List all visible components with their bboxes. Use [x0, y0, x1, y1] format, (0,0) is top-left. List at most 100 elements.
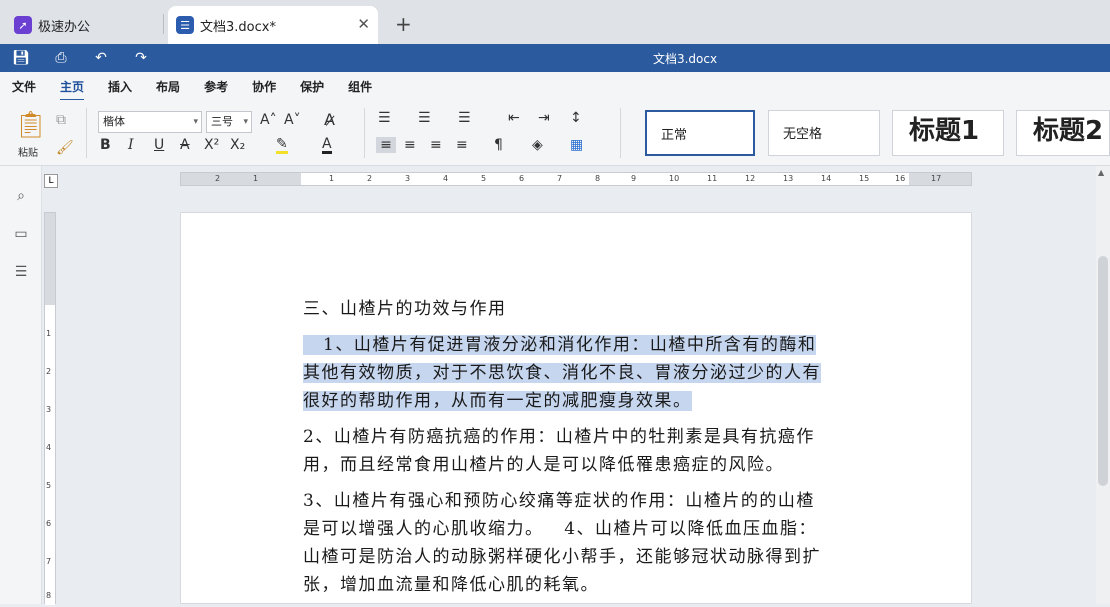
- change-case-icon[interactable]: A̷: [324, 110, 335, 129]
- menu-bar: 文件 主页 插入 布局 参考 协作 保护 组件: [0, 72, 1110, 101]
- title-bar: 💾︎ ⎙ ↶ ↷ 文档3.docx: [0, 44, 1110, 72]
- bullet-list-icon[interactable]: ☰: [378, 110, 391, 126]
- ruler-number: 8: [46, 591, 52, 600]
- borders-icon[interactable]: ▦: [570, 137, 583, 153]
- vertical-ruler[interactable]: 1 2 3 4 5 6 7 8: [44, 212, 56, 605]
- ribbon: 📋︎ 粘贴 ⧉ 🖌︎ 楷体 ▾ 三号 ▾ A˄ A˅ A̷ B I U A X²…: [0, 100, 1110, 166]
- save-icon[interactable]: 💾︎: [12, 49, 30, 67]
- subscript-icon[interactable]: X₂: [230, 137, 245, 153]
- line: 很好的帮助作用，从而有一定的减肥瘦身效果。: [303, 391, 692, 411]
- chevron-down-icon: ▾: [243, 117, 248, 127]
- highlight-color-icon[interactable]: ✎: [276, 137, 288, 154]
- heading[interactable]: 三、山楂片的功效与作用: [303, 295, 903, 323]
- ruler-number: 11: [707, 174, 718, 183]
- ruler-number: 7: [557, 174, 563, 183]
- menu-plugins[interactable]: 组件: [348, 74, 372, 99]
- format-painter-icon[interactable]: 🖌︎: [56, 140, 74, 156]
- chevron-down-icon: ▾: [193, 117, 198, 127]
- style-no-spacing[interactable]: 无空格: [768, 110, 880, 156]
- paragraph-1[interactable]: 1、山楂片有促进胃液分泌和消化作用：山楂中所含有的酶和 其他有效物质，对于不思饮…: [303, 331, 903, 415]
- ruler-number: 15: [859, 174, 870, 183]
- ruler-number: 16: [895, 174, 906, 183]
- paste-icon[interactable]: 📋︎: [14, 110, 47, 140]
- increase-indent-icon[interactable]: ⇥: [538, 110, 550, 126]
- ruler-number: 4: [443, 174, 449, 183]
- superscript-icon[interactable]: X²: [204, 137, 219, 153]
- decrease-indent-icon[interactable]: ⇤: [508, 110, 520, 126]
- menu-references[interactable]: 参考: [204, 74, 228, 99]
- italic-icon[interactable]: I: [128, 137, 134, 153]
- paste-label[interactable]: 粘贴: [18, 144, 38, 159]
- new-tab-button[interactable]: +: [395, 12, 412, 36]
- divider: [620, 108, 621, 158]
- bold-icon[interactable]: B: [100, 137, 111, 153]
- shading-icon[interactable]: ◈: [532, 137, 543, 153]
- ruler-number: 9: [631, 174, 637, 183]
- navigation-icon[interactable]: ☰: [12, 264, 30, 282]
- comment-icon[interactable]: ▭: [12, 226, 30, 244]
- ruler-number: 1: [46, 329, 52, 338]
- font-size-select[interactable]: 三号 ▾: [206, 111, 252, 133]
- align-right-icon[interactable]: ≡: [430, 137, 442, 153]
- font-color-icon[interactable]: A: [322, 137, 332, 154]
- menu-file[interactable]: 文件: [12, 74, 36, 99]
- line: 山楂可是防治人的动脉粥样硬化小帮手，还能够冠状动脉得到扩: [303, 547, 821, 567]
- line-spacing-icon[interactable]: ↕: [570, 110, 582, 126]
- tab-stop-selector[interactable]: L: [44, 174, 58, 188]
- tab-label: 极速办公: [38, 19, 91, 35]
- ruler-number: 6: [46, 519, 52, 528]
- vertical-scrollbar[interactable]: ▲: [1096, 166, 1110, 604]
- line: 用，而且经常食用山楂片的人是可以降低罹患癌症的风险。: [303, 455, 784, 475]
- redo-icon[interactable]: ↷: [132, 49, 150, 67]
- horizontal-ruler[interactable]: 2 1 1 2 3 4 5 6 7 8 9 10 11 12 13 14 15 …: [180, 172, 972, 186]
- ruler-number: 7: [46, 557, 52, 566]
- print-icon[interactable]: ⎙: [52, 49, 70, 67]
- line: 其他有效物质，对于不思饮食、消化不良、胃液分泌过少的人有: [303, 363, 821, 383]
- underline-icon[interactable]: U: [154, 137, 164, 153]
- document-icon: ☰: [176, 16, 194, 34]
- search-icon[interactable]: ⌕: [12, 188, 30, 206]
- align-center-icon[interactable]: ≡: [404, 137, 416, 153]
- copy-icon[interactable]: ⧉: [56, 112, 66, 128]
- scrollbar-thumb[interactable]: [1098, 256, 1108, 486]
- strikethrough-icon[interactable]: A: [180, 137, 190, 153]
- menu-home[interactable]: 主页: [60, 74, 85, 101]
- tab-strip: ➚ 极速办公 ☰ 文档3.docx* ✕ +: [0, 0, 1110, 44]
- menu-layout[interactable]: 布局: [156, 74, 180, 99]
- line: 3、山楂片有强心和预防心绞痛等症状的作用：山楂片的的山楂: [303, 491, 815, 511]
- justify-icon[interactable]: ≡: [456, 137, 468, 153]
- line: 1、山楂片有促进胃液分泌和消化作用：山楂中所含有的酶和: [323, 335, 817, 355]
- font-name-select[interactable]: 楷体 ▾: [98, 111, 202, 133]
- decrease-font-icon[interactable]: A˅: [284, 112, 301, 128]
- numbered-list-icon[interactable]: ☰: [418, 110, 431, 126]
- menu-protect[interactable]: 保护: [300, 74, 324, 99]
- tab-app-home[interactable]: ➚ 极速办公: [8, 6, 163, 44]
- paragraph-2[interactable]: 2、山楂片有防癌抗癌的作用：山楂片中的牡荆素是具有抗癌作 用，而且经常食用山楂片…: [303, 423, 903, 479]
- style-normal[interactable]: 正常: [645, 110, 755, 156]
- document-page[interactable]: 三、山楂片的功效与作用 1、山楂片有促进胃液分泌和消化作用：山楂中所含有的酶和 …: [180, 212, 972, 604]
- multilevel-list-icon[interactable]: ☰: [458, 110, 471, 126]
- ruler-number: 4: [46, 443, 52, 452]
- increase-font-icon[interactable]: A˄: [260, 112, 277, 128]
- ruler-number: 2: [367, 174, 373, 183]
- document-title: 文档3.docx: [652, 52, 718, 66]
- line: 是可以增强人的心肌收缩力。 4、山楂片可以降低血压血脂：: [303, 519, 818, 539]
- undo-icon[interactable]: ↶: [92, 49, 110, 67]
- ruler-number: 12: [745, 174, 756, 183]
- menu-collaborate[interactable]: 协作: [252, 74, 276, 99]
- tab-divider: [163, 14, 164, 34]
- paragraph-3[interactable]: 3、山楂片有强心和预防心绞痛等症状的作用：山楂片的的山楂 是可以增强人的心肌收缩…: [303, 487, 903, 599]
- ruler-number: 3: [46, 405, 52, 414]
- align-left-icon[interactable]: ≡: [376, 137, 396, 153]
- style-heading-1[interactable]: 标题1: [892, 110, 1004, 156]
- document-body[interactable]: 三、山楂片的功效与作用 1、山楂片有促进胃液分泌和消化作用：山楂中所含有的酶和 …: [303, 295, 903, 607]
- ruler-number: 10: [669, 174, 680, 183]
- rocket-icon: ➚: [14, 16, 32, 34]
- menu-insert[interactable]: 插入: [108, 74, 132, 99]
- tab-document[interactable]: ☰ 文档3.docx* ✕: [168, 6, 378, 44]
- style-heading-2[interactable]: 标题2: [1016, 110, 1110, 156]
- ruler-number: 2: [215, 174, 221, 183]
- scroll-up-icon[interactable]: ▲: [1098, 168, 1104, 177]
- close-icon[interactable]: ✕: [357, 15, 370, 33]
- paragraph-mark-icon[interactable]: ¶: [494, 137, 503, 153]
